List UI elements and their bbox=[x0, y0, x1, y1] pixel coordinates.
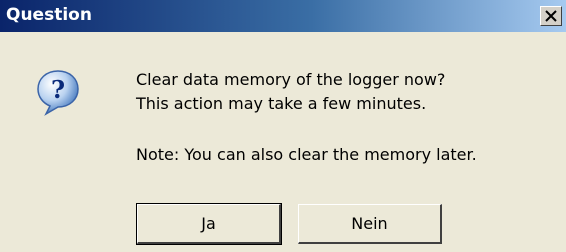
no-button[interactable]: Nein bbox=[298, 204, 442, 244]
yes-button[interactable]: Ja bbox=[136, 203, 282, 245]
question-icon: ? bbox=[34, 68, 82, 116]
message-line-1: Clear data memory of the logger now? bbox=[136, 70, 446, 89]
svg-text:?: ? bbox=[51, 75, 65, 104]
close-icon bbox=[545, 10, 557, 22]
title-bar: Question bbox=[0, 0, 566, 32]
message-line-2: This action may take a few minutes. bbox=[136, 94, 427, 113]
close-button[interactable] bbox=[540, 6, 562, 26]
note-text: Note: You can also clear the memory late… bbox=[136, 145, 477, 164]
dialog-title: Question bbox=[6, 5, 92, 25]
